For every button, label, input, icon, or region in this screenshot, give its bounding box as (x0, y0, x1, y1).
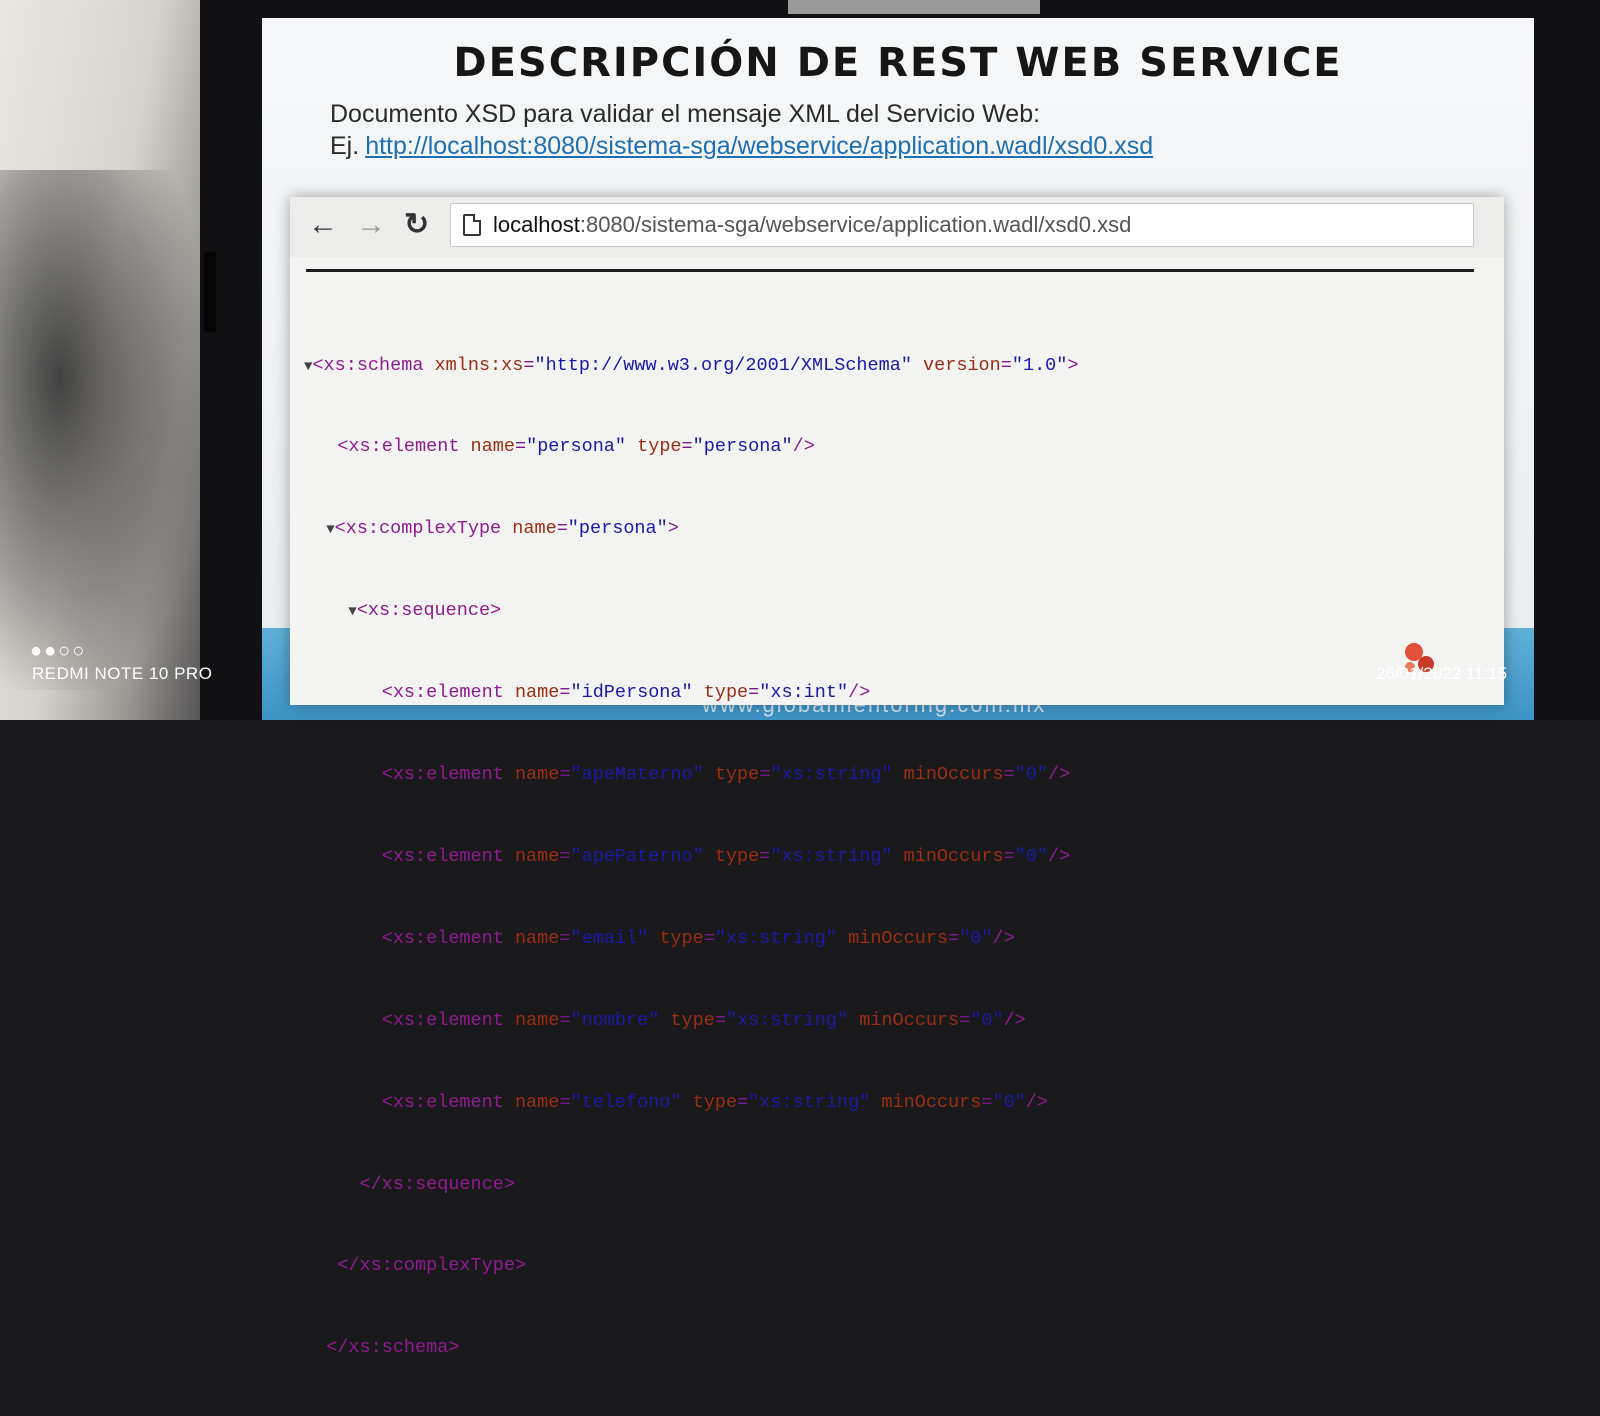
xml-line-field: <xs:element name="telefono" type="xs:str… (381, 1091, 1048, 1113)
browser-window: ← → ↻ localhost:8080/sistema-sga/webserv… (290, 197, 1504, 1358)
page-icon (463, 214, 481, 236)
url-host: localhost (493, 212, 580, 237)
xml-line-field: <xs:element name="idPersona" type="xs:in… (381, 682, 871, 704)
xml-line-field: <xs:element name="email" type="xs:string… (381, 927, 1015, 949)
url-text: localhost:8080/sistema-sga/webservice/ap… (493, 212, 1131, 238)
collapse-triangle-icon[interactable]: ▼ (326, 522, 334, 538)
slide-description: Documento XSD para validar el mensaje XM… (330, 100, 1041, 128)
slide-example: Ej. http://localhost:8080/sistema-sga/web… (330, 132, 1153, 161)
xml-line-field: <xs:element name="apeMaterno" type="xs:s… (381, 764, 1071, 786)
xml-line-element-root: <xs:element name="persona" type="persona… (337, 436, 815, 458)
xml-line-sequence-close: </xs:sequence> (359, 1173, 515, 1195)
monitor-top-tab (788, 0, 1040, 14)
xml-line-field: <xs:element name="apePaterno" type="xs:s… (381, 845, 1071, 867)
forward-arrow-icon[interactable]: → (356, 207, 386, 243)
back-arrow-icon[interactable]: ← (308, 207, 338, 243)
url-path: :8080/sistema-sga/webservice/application… (579, 212, 1132, 237)
camera-watermark-dots: ●●○○ (30, 640, 87, 662)
browser-toolbar: ← → ↻ localhost:8080/sistema-sga/webserv… (290, 197, 1504, 257)
camera-device-label: REDMI NOTE 10 PRO (32, 664, 213, 683)
monitor-side-button (204, 252, 216, 332)
xml-line-field: <xs:element name="nombre" type="xs:strin… (381, 1009, 1026, 1031)
content-divider (306, 269, 1474, 272)
xml-line-complextype-open: ▼<xs:complexType name="persona"> (326, 518, 679, 540)
background-shadow (0, 170, 200, 690)
example-prefix: Ej. (330, 132, 360, 160)
xml-line-complextype-close: </xs:complexType> (337, 1255, 527, 1277)
example-link[interactable]: http://localhost:8080/sistema-sga/webser… (365, 132, 1153, 160)
collapse-triangle-icon[interactable]: ▼ (348, 604, 356, 620)
reload-icon[interactable]: ↻ (404, 207, 429, 243)
xml-line-schema-close: </xs:schema> (326, 1337, 460, 1359)
camera-timestamp: 26/01/2022 11:15 (1376, 664, 1508, 683)
xml-document: ▼<xs:schema xmlns:xs="http://www.w3.org/… (304, 297, 1079, 1416)
address-bar[interactable]: localhost:8080/sistema-sga/webservice/ap… (450, 203, 1474, 247)
xml-line-sequence-open: ▼<xs:sequence> (348, 600, 502, 622)
xml-line-schema-open: ▼<xs:schema xmlns:xs="http://www.w3.org/… (304, 354, 1079, 376)
slide-title: DESCRIPCIÓN DE REST WEB SERVICE (453, 40, 1343, 86)
